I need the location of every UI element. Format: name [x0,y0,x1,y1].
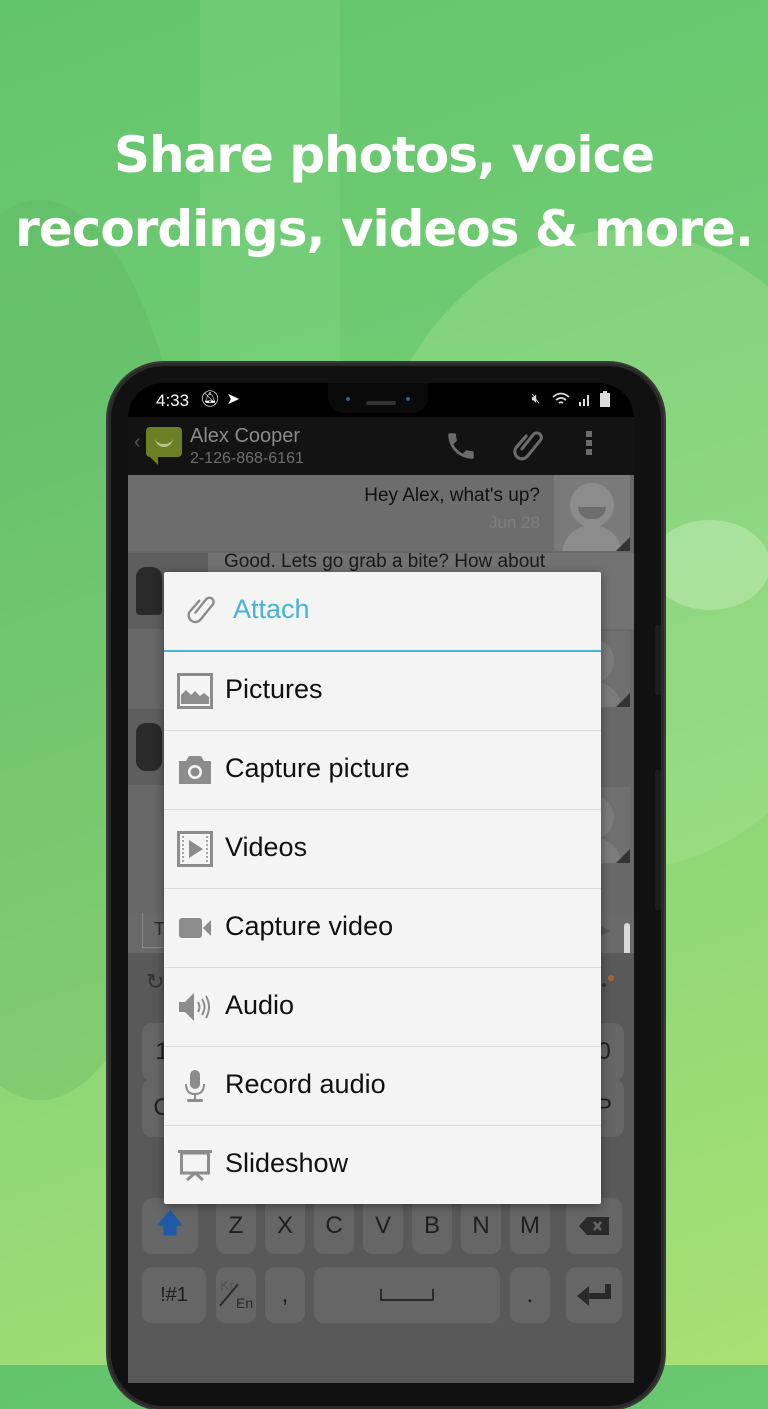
app-logo-icon[interactable] [146,427,182,465]
language-key[interactable]: Kr En [216,1267,256,1323]
keyboard-indicator-dot [602,983,606,987]
picture-icon [177,673,213,709]
menu-item-slideshow[interactable]: Slideshow [164,1126,601,1204]
microphone-icon [185,1070,205,1102]
comma-key[interactable]: , [265,1267,305,1323]
contact-name: Alex Cooper [190,425,301,447]
symbols-key[interactable]: !#1 [142,1267,206,1323]
dialog-title: Attach [233,594,310,624]
menu-item-pictures[interactable]: Pictures [164,652,601,731]
call-icon[interactable] [444,429,478,463]
battery-icon [600,391,610,408]
space-icon [380,1289,434,1301]
key-v[interactable]: V [363,1198,403,1254]
enter-icon [577,1284,611,1306]
message-outgoing[interactable]: Hey Alex, what's up? Jun 28 [128,475,554,551]
status-left-icons: 🔕︎➤ [200,389,246,409]
video-camera-icon [179,918,211,938]
message-text: Good. Lets go grab a bite? How about [224,551,546,572]
mute-icon: 🔇︎ [531,390,545,406]
key-b[interactable]: B [412,1198,452,1254]
attach-dialog: Attach Pictures Capture picture Videos C… [164,572,601,1204]
key-n[interactable]: N [461,1198,501,1254]
menu-item-label: Record audio [225,1069,386,1099]
shift-arrow-icon: 🡅︎ [155,1207,185,1238]
status-bar: 4:33 🔕︎➤ 🔇︎ [128,383,634,417]
menu-item-record-audio[interactable]: Record audio [164,1047,601,1126]
headline-line-2: recordings, videos & more. [15,200,754,258]
dialog-header: Attach [164,572,601,652]
message-text: Hey Alex, what's up? [364,485,540,506]
space-key[interactable] [314,1267,500,1323]
period-key[interactable]: . [510,1267,550,1323]
sensor [406,397,410,401]
camera-notch [328,383,428,413]
slideshow-icon [178,1150,212,1182]
conversation-app-bar: ‹ Alex Cooper 2-126-868-6161 [128,417,634,475]
menu-item-label: Pictures [225,674,323,704]
promo-headline: Share photos, voice recordings, videos &… [0,118,768,266]
send-icon: ➤ [226,391,246,408]
key-c[interactable]: C [314,1198,354,1254]
headline-line-1: Share photos, voice [113,126,655,184]
video-file-icon [177,831,213,867]
enter-key[interactable] [566,1267,622,1323]
phone-volume-button [655,625,661,695]
status-right-icons: 🔇︎ [531,390,610,408]
status-time: 4:33 [156,391,190,410]
attach-icon [187,596,215,624]
contact-phone: 2-126-868-6161 [190,450,304,467]
menu-item-label: Audio [225,990,295,1020]
menu-item-capture-picture[interactable]: Capture picture [164,731,601,810]
keyboard-indicator-dot [608,975,614,981]
backspace-key[interactable] [566,1198,622,1254]
camera-icon [179,756,211,784]
notifications-muted-icon: 🔕︎ [200,391,227,408]
menu-item-capture-video[interactable]: Capture video [164,889,601,968]
earpiece [366,401,396,405]
rotate-icon[interactable]: ↻ [146,969,164,995]
front-camera [346,397,350,401]
back-chevron-icon[interactable]: ‹ [134,431,141,454]
key-z[interactable]: Z [216,1198,256,1254]
backspace-icon [579,1217,609,1235]
speaker-icon [179,993,210,1021]
menu-item-label: Videos [225,832,308,862]
background-highlight [650,520,768,610]
attach-icon[interactable] [512,429,546,463]
phone-power-button [655,770,661,910]
message-date: Jun 28 [488,513,540,532]
menu-item-videos[interactable]: Videos [164,810,601,889]
shift-key[interactable]: 🡅︎ [142,1198,198,1254]
menu-item-label: Slideshow [225,1148,349,1178]
menu-item-audio[interactable]: Audio [164,968,601,1047]
menu-item-label: Capture picture [225,753,410,783]
avatar[interactable] [554,475,630,551]
key-m[interactable]: M [510,1198,550,1254]
signal-icon [579,395,590,407]
key-x[interactable]: X [265,1198,305,1254]
wifi-icon [552,392,570,405]
more-options-icon[interactable] [586,431,594,458]
menu-item-label: Capture video [225,911,394,941]
